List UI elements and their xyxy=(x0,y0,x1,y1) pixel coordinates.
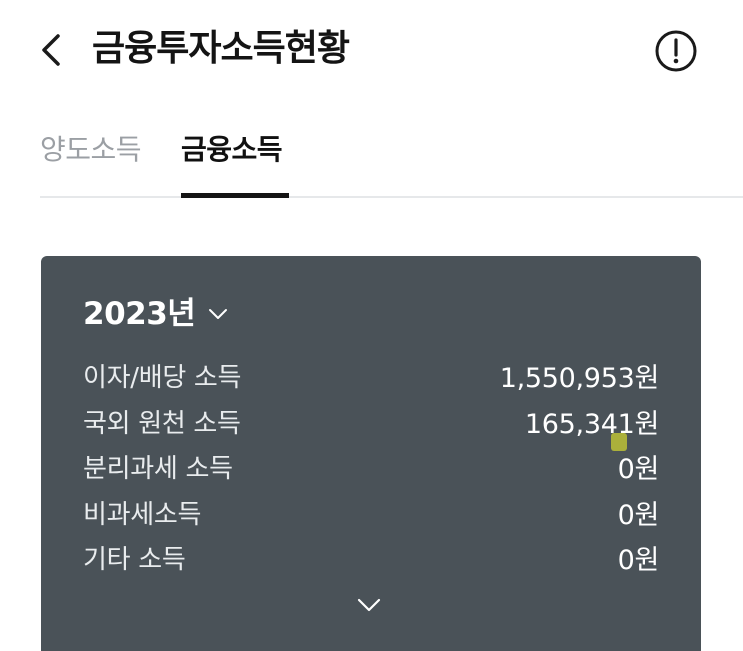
income-value: 0원 xyxy=(617,499,660,531)
back-button[interactable] xyxy=(34,28,74,72)
income-row-separate-taxation: 분리과세 소득 0원 xyxy=(83,444,659,490)
year-label: 2023년 xyxy=(83,296,196,332)
income-row-foreign-source: 국외 원천 소득 165,341원 xyxy=(83,399,659,451)
chevron-left-icon xyxy=(42,34,60,66)
income-label: 이자/배당 소득 xyxy=(83,363,242,394)
income-label: 국외 원천 소득 xyxy=(83,408,241,439)
income-row-other: 기타 소득 0원 xyxy=(83,535,659,581)
income-value: 0원 xyxy=(617,545,660,577)
active-tab-indicator xyxy=(181,193,289,198)
tab-financial-income[interactable]: 금융소득 xyxy=(181,130,283,170)
page-title: 금융투자소득현황 xyxy=(92,28,350,69)
tab-transfer-income[interactable]: 양도소득 xyxy=(40,130,142,170)
header: 금융투자소득현황 xyxy=(0,0,743,100)
income-summary-card: 2023년 이자/배당 소득 1,550,953원 국외 원천 소득 165,3… xyxy=(41,256,701,651)
income-row-interest-dividend: 이자/배당 소득 1,550,953원 xyxy=(83,353,659,399)
income-value: 1,550,953원 xyxy=(499,363,660,395)
income-row-tax-exempt: 비과세소득 0원 xyxy=(83,490,659,536)
income-label: 비과세소득 xyxy=(83,499,202,530)
year-selector[interactable]: 2023년 xyxy=(83,292,229,336)
expand-details-button[interactable] xyxy=(355,594,383,616)
chevron-down-icon xyxy=(357,598,381,612)
info-button[interactable] xyxy=(654,29,698,73)
income-label: 기타 소득 xyxy=(83,545,186,576)
tab-bar: 양도소득 금융소득 xyxy=(40,118,743,198)
income-value: 0원 xyxy=(617,454,660,486)
exclamation-circle-icon xyxy=(655,30,697,72)
financial-investment-income-screen: 금융투자소득현황 양도소득 금융소득 2023년 이자/배당 소득 1,550,… xyxy=(0,0,743,651)
income-value: 165,341원 xyxy=(524,408,659,440)
income-label: 분리과세 소득 xyxy=(83,454,233,485)
income-list: 이자/배당 소득 1,550,953원 국외 원천 소득 165,341원 분리… xyxy=(83,353,659,581)
chevron-down-icon xyxy=(209,309,228,319)
